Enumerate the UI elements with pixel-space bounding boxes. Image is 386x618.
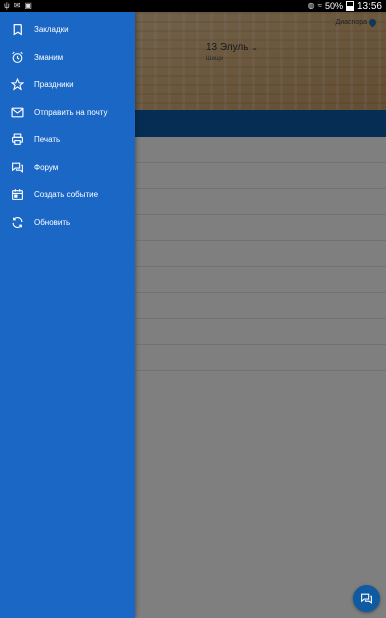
chat-fab-button[interactable] — [353, 585, 380, 612]
printer-icon — [10, 133, 24, 147]
gallery-icon: ▣ — [24, 1, 32, 10]
menu-item-label: Праздники — [34, 80, 74, 90]
drawer-menu: Закладки Зманим Праздники Отправить на п… — [0, 12, 135, 236]
menu-item-forum[interactable]: Форум — [0, 154, 135, 182]
status-bar-notifications: ψ ✉ ▣ — [0, 0, 32, 12]
status-bar-system: ◍ ≈ 50% 13:56 — [308, 0, 386, 12]
menu-item-bookmarks[interactable]: Закладки — [0, 16, 135, 44]
bookmark-icon — [10, 23, 24, 37]
star-icon — [10, 78, 24, 92]
menu-item-label: Печать — [34, 135, 61, 145]
wifi-icon: ≈ — [317, 1, 322, 10]
alarm-clock-icon — [10, 50, 24, 64]
menu-item-label: Форум — [34, 162, 59, 172]
refresh-icon — [10, 215, 24, 229]
menu-item-send-email[interactable]: Отправить на почту — [0, 99, 135, 127]
menu-item-zmanim[interactable]: Зманим — [0, 44, 135, 72]
battery-icon — [345, 1, 354, 11]
menu-item-label: Закладки — [34, 25, 69, 35]
menu-item-refresh[interactable]: Обновить — [0, 209, 135, 237]
navigation-drawer: Закладки Зманим Праздники Отправить на п… — [0, 12, 135, 618]
menu-item-print[interactable]: Печать — [0, 126, 135, 154]
menu-item-label: Создать событие — [34, 190, 99, 200]
menu-item-label: Зманим — [34, 52, 64, 62]
calendar-icon — [10, 188, 24, 202]
clock: 13:56 — [356, 0, 382, 12]
battery-percent: 50% — [324, 1, 343, 11]
forum-icon — [10, 160, 24, 174]
menu-item-holidays[interactable]: Праздники — [0, 71, 135, 99]
menu-item-create-event[interactable]: Создать событие — [0, 181, 135, 209]
menu-item-label: Обновить — [34, 217, 71, 227]
menu-item-label: Отправить на почту — [34, 107, 108, 117]
chat-icon — [361, 593, 372, 604]
mail-icon — [10, 105, 24, 119]
message-icon: ✉ — [13, 1, 21, 10]
usb-icon: ψ — [4, 1, 10, 10]
mute-icon: ◍ — [307, 1, 315, 10]
status-bar: ψ ✉ ▣ ◍ ≈ 50% 13:56 — [0, 0, 386, 12]
